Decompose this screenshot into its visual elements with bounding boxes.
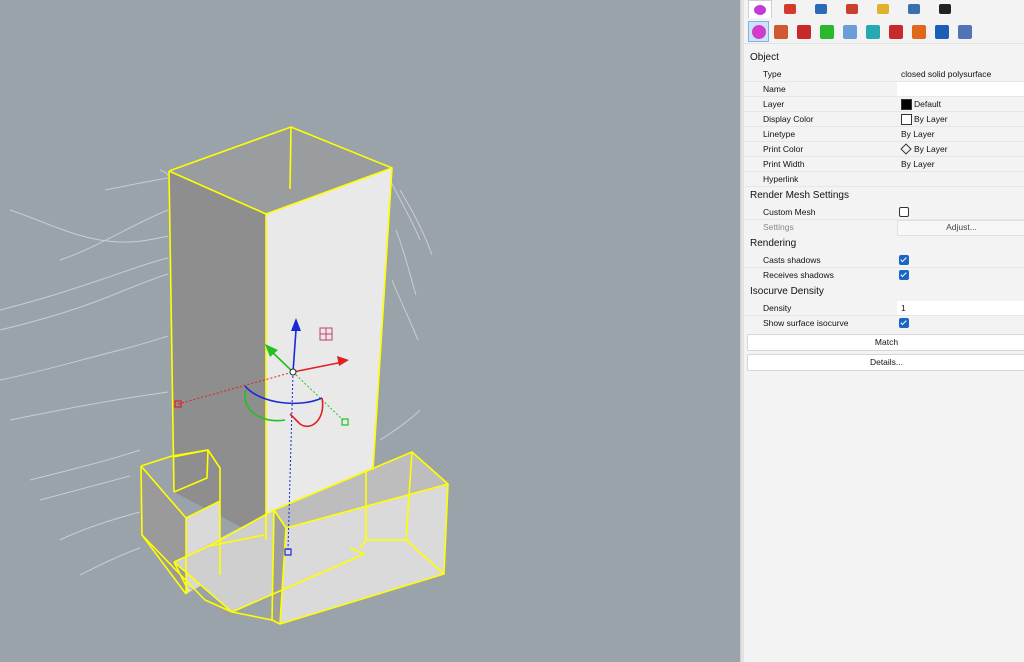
print-width-value: By Layer xyxy=(901,159,935,169)
selected-polysurface[interactable] xyxy=(141,127,448,624)
panel-tab[interactable] xyxy=(779,1,801,17)
name-label: Name xyxy=(763,84,786,94)
properties-tab-icon xyxy=(754,4,766,15)
thickness-icon xyxy=(819,24,834,39)
panel-tab-strip xyxy=(744,0,1024,18)
display-color-field[interactable]: By Layer xyxy=(897,112,1024,126)
hyperlink-row: Hyperlink xyxy=(744,172,1024,187)
type-label: Type xyxy=(763,69,782,79)
receives-shadows-label: Receives shadows xyxy=(763,270,834,280)
casts-shadows-row: Casts shadows xyxy=(744,253,1024,268)
edge-softening-icon xyxy=(888,24,903,39)
print-color-label: Print Color xyxy=(763,144,804,154)
toolbar-button[interactable] xyxy=(955,22,974,41)
density-row: Density 1 xyxy=(744,301,1024,316)
casts-shadows-checkbox[interactable] xyxy=(899,255,909,265)
toolbar-button[interactable] xyxy=(748,21,769,42)
density-label: Density xyxy=(763,303,792,313)
print-width-row: Print Width By Layer xyxy=(744,157,1024,172)
settings-label: Settings xyxy=(763,222,794,232)
object-properties-icon xyxy=(751,24,766,39)
panel-tab[interactable] xyxy=(841,1,863,17)
display-color-row: Display Color By Layer xyxy=(744,112,1024,127)
sun-tab-icon xyxy=(846,4,858,14)
name-field[interactable] xyxy=(897,82,1024,96)
type-value: closed solid polysurface xyxy=(901,69,992,79)
toolbar-button[interactable] xyxy=(886,22,905,41)
object-section-header: Object xyxy=(750,52,779,63)
print-color-field[interactable]: By Layer xyxy=(897,142,1024,156)
color-swatch xyxy=(901,114,912,125)
scene-canvas[interactable] xyxy=(0,0,740,662)
linetype-label: Linetype xyxy=(763,129,796,139)
print-width-field[interactable]: By Layer xyxy=(897,157,1024,171)
curve-piping-icon xyxy=(842,24,857,39)
linetype-row: Linetype By Layer xyxy=(744,127,1024,142)
environment-tab-icon xyxy=(815,4,827,14)
panel-tab[interactable] xyxy=(748,0,772,18)
show-isocurve-label: Show surface isocurve xyxy=(763,318,849,328)
linetype-value: By Layer xyxy=(901,129,935,139)
hyperlink-label: Hyperlink xyxy=(763,174,799,184)
material-brush-icon xyxy=(773,24,788,39)
toolbar-button[interactable] xyxy=(863,22,882,41)
toolbar-button[interactable] xyxy=(771,22,790,41)
details-button[interactable]: Details... xyxy=(747,354,1024,371)
layer-row: Layer Default xyxy=(744,97,1024,112)
hyperlink-field[interactable] xyxy=(897,172,1024,186)
displacement-icon xyxy=(865,24,880,39)
type-field[interactable]: closed solid polysurface xyxy=(897,67,1024,81)
display-color-label: Display Color xyxy=(763,114,814,124)
show-isocurve-checkbox[interactable] xyxy=(899,318,909,328)
name-row: Name xyxy=(744,82,1024,97)
settings-row: Settings Adjust... xyxy=(744,220,1024,236)
panel-tab[interactable] xyxy=(872,1,894,17)
rendering-section-header: Rendering xyxy=(750,238,797,249)
toolbar-button[interactable] xyxy=(794,22,813,41)
panel-tab[interactable] xyxy=(810,1,832,17)
shutlining-icon xyxy=(957,24,972,39)
casts-shadows-label: Casts shadows xyxy=(763,255,821,265)
adjust-button[interactable]: Adjust... xyxy=(897,220,1024,236)
panel-tab[interactable] xyxy=(903,1,925,17)
type-row: Type closed solid polysurface xyxy=(744,67,1024,82)
render-mesh-section-header: Render Mesh Settings xyxy=(750,190,849,201)
display-color-value: By Layer xyxy=(914,114,948,124)
toolbar-button[interactable] xyxy=(909,22,928,41)
color-swatch xyxy=(901,99,912,110)
material-tab-icon xyxy=(784,4,796,14)
tower-left-face xyxy=(169,171,266,540)
perspective-viewport[interactable] xyxy=(0,0,740,662)
custom-mesh-row: Custom Mesh xyxy=(744,205,1024,220)
properties-page-toolbar xyxy=(744,19,1024,44)
custom-mesh-checkbox[interactable] xyxy=(899,207,909,217)
receives-shadows-checkbox[interactable] xyxy=(899,270,909,280)
monitor-tab-icon xyxy=(939,4,951,14)
panel-tab[interactable] xyxy=(934,1,956,17)
texture-mapping-icon xyxy=(911,24,926,39)
layer-label: Layer xyxy=(763,99,785,109)
layer-value: Default xyxy=(914,99,941,109)
print-color-value: By Layer xyxy=(914,144,948,154)
properties-panel: Object Type closed solid polysurface Name L… xyxy=(744,0,1024,662)
layer-field[interactable]: Default xyxy=(897,97,1024,111)
decal-icon xyxy=(796,24,811,39)
display-tab-icon xyxy=(908,4,920,14)
toolbar-button[interactable] xyxy=(932,22,951,41)
isocurve-section-header: Isocurve Density xyxy=(750,286,824,297)
gumball-origin xyxy=(289,368,297,376)
files-tab-icon xyxy=(877,4,889,14)
print-color-row: Print Color By Layer xyxy=(744,142,1024,157)
receives-shadows-row: Receives shadows xyxy=(744,268,1024,283)
print-width-label: Print Width xyxy=(763,159,805,169)
custom-mesh-label: Custom Mesh xyxy=(763,207,816,217)
linetype-field[interactable]: By Layer xyxy=(897,127,1024,141)
toolbar-button[interactable] xyxy=(840,22,859,41)
show-isocurve-row: Show surface isocurve xyxy=(744,316,1024,331)
match-button[interactable]: Match xyxy=(747,334,1024,351)
vray-icon xyxy=(934,24,949,39)
toolbar-button[interactable] xyxy=(817,22,836,41)
print-color-diamond-icon xyxy=(900,143,912,155)
density-input[interactable]: 1 xyxy=(901,303,906,313)
